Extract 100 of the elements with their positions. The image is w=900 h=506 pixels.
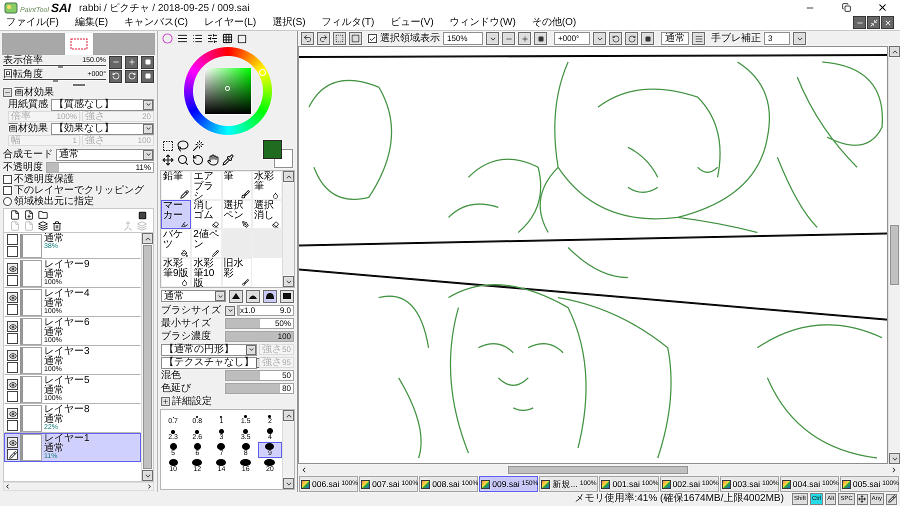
checkbox[interactable] [3, 186, 12, 195]
edit-indicator[interactable] [7, 391, 18, 402]
tool-button[interactable]: 水彩筆 [252, 171, 282, 200]
tool-button[interactable]: マーカー [161, 200, 192, 229]
zoom-field[interactable]: 150% [443, 32, 483, 45]
rotate-left-button[interactable] [109, 70, 122, 82]
collapse-button[interactable] [3, 88, 12, 96]
zoom-out-button[interactable] [109, 56, 122, 68]
menu-item[interactable]: レイヤー(L) [204, 16, 256, 28]
zoom-out-button[interactable] [502, 32, 515, 45]
slider[interactable]: x1.0 9.0 [237, 305, 294, 316]
menu-item[interactable]: フィルタ(T) [322, 16, 374, 28]
merge-icon [137, 221, 147, 231]
redo-button[interactable] [317, 32, 330, 45]
blend-mode-dropdown[interactable]: 通常 [161, 290, 226, 302]
edit-indicator[interactable] [7, 449, 18, 460]
tool-button[interactable]: 選択消し [252, 200, 282, 229]
color-square[interactable] [204, 68, 250, 114]
zoom-in-button[interactable] [518, 32, 531, 45]
zoom-dropdown-button[interactable] [486, 32, 499, 45]
edit-indicator[interactable] [7, 333, 18, 344]
slider[interactable]: 50% [225, 318, 294, 329]
edit-indicator[interactable] [7, 362, 18, 373]
menu-item[interactable]: ビュー(V) [390, 16, 434, 28]
visibility-toggle[interactable] [7, 379, 18, 390]
tool-button[interactable]: 鉛筆 [161, 171, 192, 200]
rotate-right-button[interactable] [625, 32, 638, 45]
edit-indicator[interactable] [7, 420, 18, 431]
canvas-vertical-scrollbar[interactable] [888, 46, 900, 464]
dropdown[interactable]: 【質感なし】 [51, 98, 154, 110]
opacity-slider[interactable]: 11% [46, 162, 154, 173]
visibility-toggle[interactable] [7, 350, 18, 361]
undo-button[interactable] [301, 32, 314, 45]
slider[interactable]: 50 [225, 370, 294, 381]
horizontal-scrollbar[interactable] [3, 482, 154, 491]
dropdown[interactable]: 通常 [56, 148, 154, 160]
slider[interactable]: 100 [225, 331, 294, 342]
dropdown[interactable]: 【効果なし】 [51, 122, 154, 134]
edit-indicator[interactable] [7, 304, 18, 315]
document-minimize-button[interactable] [853, 16, 866, 29]
edit-indicator[interactable] [7, 275, 18, 286]
stabilizer-dropdown-button[interactable] [793, 32, 806, 45]
visibility-toggle[interactable] [7, 437, 18, 448]
tool-button[interactable]: 筆 [222, 171, 252, 200]
tool-button[interactable]: バケツ [161, 229, 192, 258]
menu-item[interactable]: キャンバス(C) [124, 16, 188, 28]
rotation-reset-button[interactable] [641, 32, 654, 45]
size-dropdown-button[interactable] [225, 306, 235, 316]
tool-button[interactable]: エアブラシ [191, 171, 222, 200]
brush-edge-button[interactable] [280, 290, 294, 302]
slider-value: 9.0 [280, 306, 291, 315]
deselect-button[interactable] [333, 32, 346, 45]
visibility-toggle[interactable] [7, 408, 18, 419]
document-restore-button[interactable] [867, 16, 880, 29]
rotate-icon [192, 154, 204, 166]
checkbox[interactable] [368, 34, 377, 43]
tool-button[interactable]: 2値ペン [191, 229, 222, 258]
tool-scrollbar[interactable] [282, 171, 294, 287]
menu-item[interactable]: 編集(E) [74, 16, 108, 28]
zoom-in-button[interactable] [125, 56, 138, 68]
radio-button[interactable] [3, 197, 12, 206]
scroll-thumb[interactable] [508, 466, 688, 474]
tool-button[interactable]: 消しゴム [191, 200, 222, 229]
rotation-reset-button[interactable] [141, 70, 154, 82]
size-scrollbar[interactable] [282, 410, 294, 489]
invert-selection-button[interactable] [349, 32, 362, 45]
checkbox[interactable] [3, 175, 12, 184]
stabilizer-field[interactable]: 3 [764, 32, 790, 45]
menu-item[interactable]: ファイル(F) [6, 16, 59, 28]
tool-button[interactable]: 水彩筆9版 [161, 258, 192, 287]
tool-button[interactable]: 旧水彩 [222, 258, 252, 287]
visibility-toggle[interactable] [7, 292, 18, 303]
menu-item[interactable]: 選択(S) [272, 16, 306, 28]
rotate-right-button[interactable] [125, 70, 138, 82]
swatches-tab-icon [222, 33, 233, 44]
flip-button[interactable] [692, 32, 705, 45]
menu-item[interactable]: その他(O) [532, 16, 576, 28]
document-close-button[interactable] [881, 16, 894, 29]
edit-indicator[interactable] [7, 246, 18, 257]
visibility-toggle[interactable] [7, 321, 18, 332]
menu-item[interactable]: ウィンドウ(W) [450, 16, 516, 28]
slider[interactable]: 80 [225, 383, 294, 394]
scroll-thumb[interactable] [890, 225, 899, 285]
expand-button[interactable] [161, 397, 170, 406]
view-mode-field[interactable]: 通常 [661, 32, 689, 45]
tool-button[interactable]: 選択ペン [222, 200, 252, 229]
zoom-reset-button[interactable] [141, 56, 154, 68]
tool-button[interactable]: 水彩筆10版 [191, 258, 222, 287]
angle-field[interactable]: +000° [554, 32, 590, 45]
brush-edge-button[interactable] [246, 290, 260, 302]
checkbox-label: 下のレイヤーでクリッピング [14, 185, 144, 196]
visibility-toggle[interactable] [7, 263, 18, 274]
color-swatches[interactable] [263, 138, 293, 168]
scroll-thumb[interactable] [143, 245, 152, 469]
brush-edge-button[interactable] [263, 290, 277, 302]
zoom-reset-button[interactable] [534, 32, 547, 45]
visibility-toggle[interactable] [7, 234, 18, 245]
rotate-left-button[interactable] [609, 32, 622, 45]
brush-edge-button[interactable] [229, 290, 243, 302]
layer-scrollbar[interactable] [141, 233, 153, 481]
